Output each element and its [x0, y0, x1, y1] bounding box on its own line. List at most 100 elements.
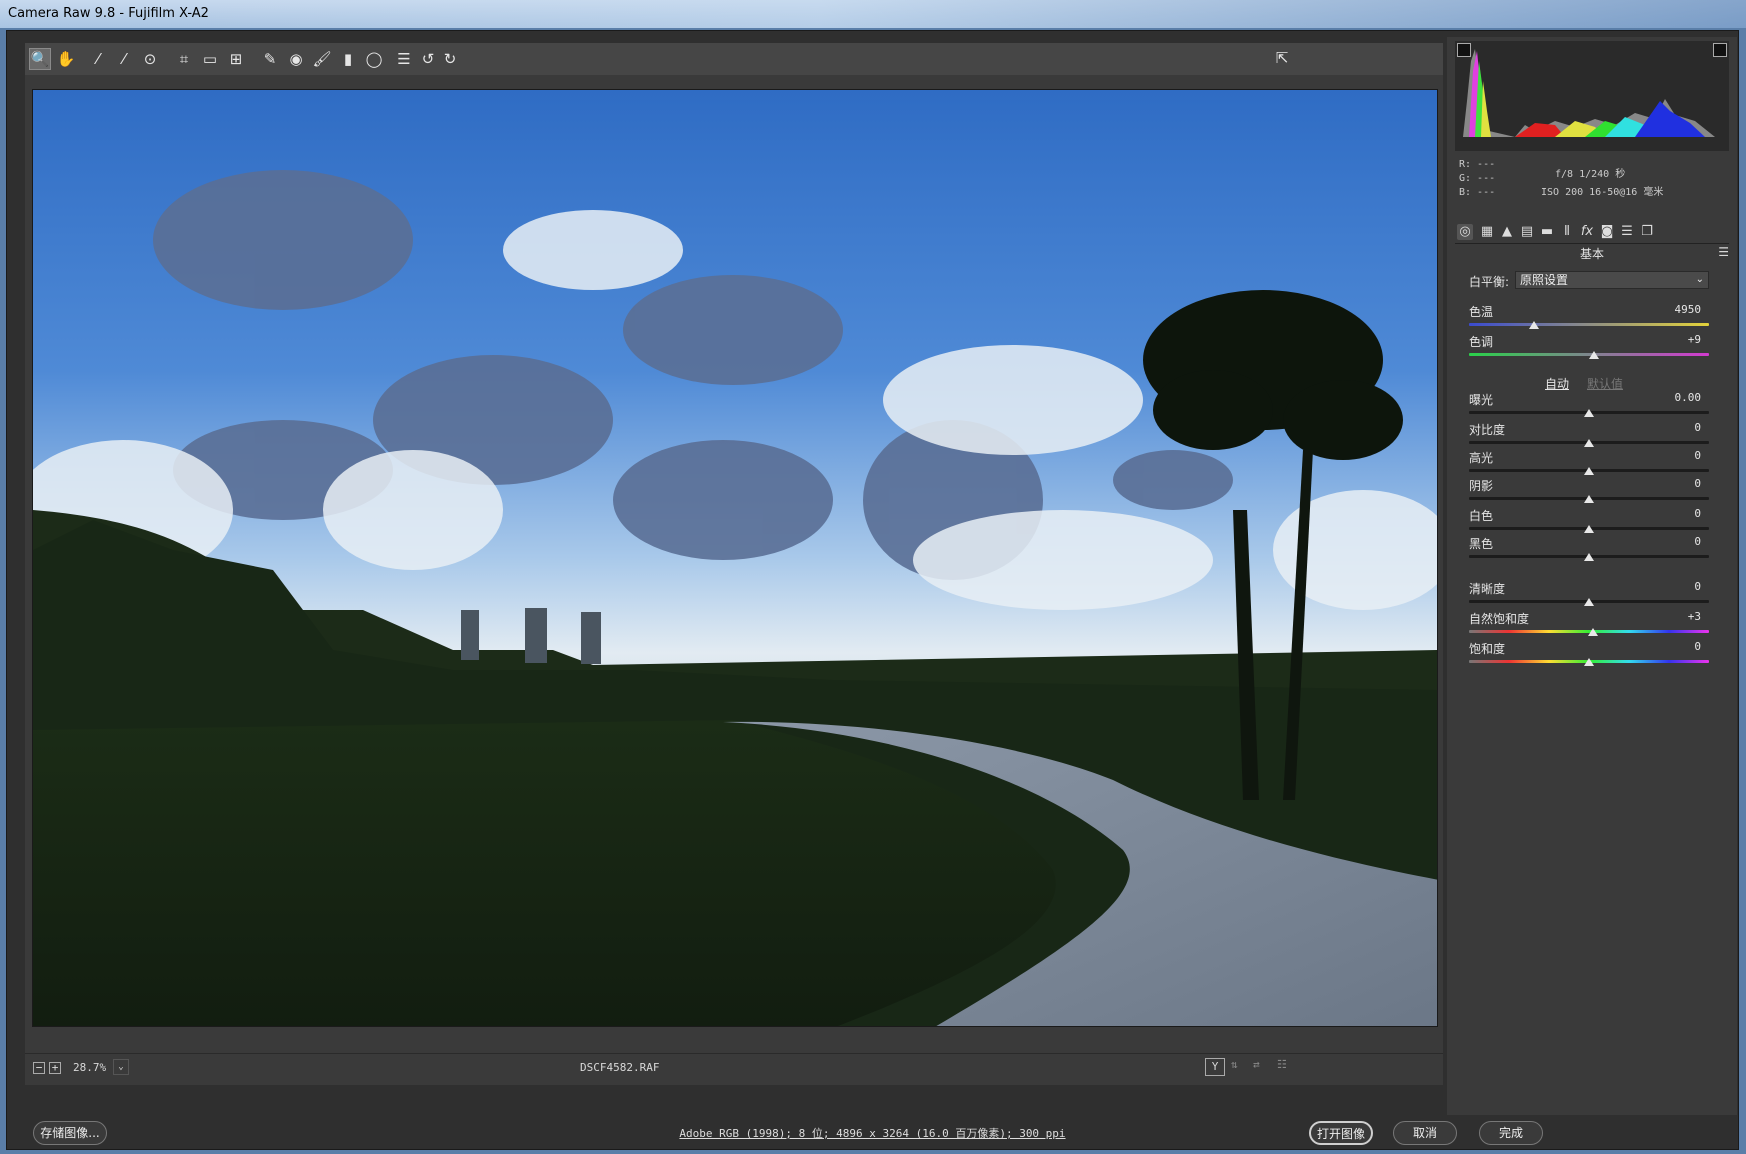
pixel-readout: R: --- G: --- B: --- f/8 1/240 秒 ISO 200…	[1455, 155, 1729, 217]
zoom-level[interactable]: 28.7%	[73, 1061, 106, 1074]
readout-g: G: ---	[1459, 173, 1496, 184]
shadows-value[interactable]: 0	[1694, 477, 1701, 490]
transform-tool-icon[interactable]: ⊞	[225, 48, 247, 70]
whites-value[interactable]: 0	[1694, 507, 1701, 520]
tab-basic-icon[interactable]: ◎	[1457, 224, 1473, 240]
graduated-filter-icon[interactable]: ▮	[337, 48, 359, 70]
wb-select[interactable]: 原照设置 ⌄	[1515, 271, 1709, 289]
clarity-label: 清晰度	[1469, 582, 1506, 596]
highlight-clip-warning-icon[interactable]	[1713, 43, 1727, 57]
camera-raw-window: 🔍 ✋ ⁄ ⁄ ⊙ ⌗ ▭ ⊞ ✎ ◉ 🖌 ▮ ◯ ☰ ↺ ↻ ⇱ − + 28…	[6, 30, 1739, 1150]
preferences-icon[interactable]: ☰	[393, 48, 415, 70]
color-sampler-tool-icon[interactable]: ⁄	[113, 48, 135, 70]
adjustment-panel: R: --- G: --- B: --- f/8 1/240 秒 ISO 200…	[1447, 37, 1737, 1115]
exposure-info: f/8 1/240 秒	[1555, 169, 1626, 180]
toolbar: 🔍 ✋ ⁄ ⁄ ⊙ ⌗ ▭ ⊞ ✎ ◉ 🖌 ▮ ◯ ☰ ↺ ↻	[25, 43, 1443, 76]
before-after-settings-icon[interactable]: ☷	[1277, 1058, 1293, 1074]
temp-slider-track[interactable]	[1469, 323, 1709, 326]
contrast-label: 对比度	[1469, 423, 1506, 437]
highlights-value[interactable]: 0	[1694, 449, 1701, 462]
blacks-value[interactable]: 0	[1694, 535, 1701, 548]
red-eye-tool-icon[interactable]: ◉	[285, 48, 307, 70]
saturation-slider-thumb[interactable]	[1584, 658, 1594, 666]
tint-value[interactable]: +9	[1688, 333, 1701, 346]
temp-slider-thumb[interactable]	[1528, 321, 1539, 329]
bottom-bar: 存储图像... Adobe RGB (1998); 8 位; 4896 x 32…	[7, 1117, 1738, 1149]
histogram	[1455, 41, 1729, 151]
tab-camera-calibration-icon[interactable]: ◙	[1599, 224, 1615, 240]
exposure-value[interactable]: 0.00	[1675, 391, 1702, 404]
rotate-left-icon[interactable]: ↺	[417, 48, 439, 70]
done-button[interactable]: 完成	[1479, 1121, 1543, 1145]
panel-tabs: ◎ ▦ ▲ ▤ ▬ ⦀ fx ◙ ☰ ❐	[1455, 221, 1729, 244]
before-after-copy-icon[interactable]: ⇄	[1253, 1058, 1269, 1074]
open-image-button[interactable]: 打开图像	[1309, 1121, 1373, 1145]
tab-detail-icon[interactable]: ▲	[1499, 224, 1515, 240]
contrast-slider-thumb[interactable]	[1584, 439, 1594, 447]
spot-removal-tool-icon[interactable]: ✎	[259, 48, 281, 70]
wb-label: 白平衡:	[1469, 275, 1510, 289]
highlights-label: 高光	[1469, 451, 1494, 465]
panel-menu-icon[interactable]: ☰	[1718, 245, 1729, 259]
radial-filter-icon[interactable]: ◯	[363, 48, 385, 70]
vibrance-value[interactable]: +3	[1688, 610, 1701, 623]
tab-effects-icon[interactable]: fx	[1579, 224, 1595, 240]
wb-select-value: 原照设置	[1520, 273, 1569, 287]
before-after-swap-icon[interactable]: ⇅	[1231, 1058, 1247, 1074]
tab-tone-curve-icon[interactable]: ▦	[1479, 224, 1495, 240]
whites-slider-thumb[interactable]	[1584, 525, 1594, 533]
readout-r: R: ---	[1459, 159, 1496, 170]
temp-value[interactable]: 4950	[1675, 303, 1702, 316]
zoom-in-button[interactable]: +	[49, 1062, 61, 1074]
readout-b: B: ---	[1459, 187, 1496, 198]
fullscreen-toggle-icon[interactable]: ⇱	[1271, 47, 1293, 69]
zoom-dropdown-icon[interactable]: ⌄	[113, 1059, 129, 1075]
white-balance-tool-icon[interactable]: ⁄	[87, 48, 109, 70]
titlebar-glass	[200, 0, 1746, 28]
shadows-slider-thumb[interactable]	[1584, 495, 1594, 503]
clarity-slider-thumb[interactable]	[1584, 598, 1594, 606]
zoom-out-button[interactable]: −	[33, 1062, 45, 1074]
zoom-tool-icon[interactable]: 🔍	[29, 48, 51, 70]
iso-lens-info: ISO 200 16-50@16 毫米	[1541, 187, 1664, 198]
crop-tool-icon[interactable]: ⌗	[173, 48, 195, 70]
auto-link[interactable]: 自动	[1545, 375, 1569, 392]
hand-tool-icon[interactable]: ✋	[55, 48, 77, 70]
tab-lens-icon[interactable]: ⦀	[1559, 224, 1575, 240]
image-viewer	[25, 75, 1443, 1085]
default-link[interactable]: 默认值	[1587, 375, 1623, 392]
before-after-y-icon[interactable]: Y	[1205, 1058, 1225, 1076]
rotate-right-icon[interactable]: ↻	[439, 48, 461, 70]
saturation-label: 饱和度	[1469, 642, 1506, 656]
tab-split-toning-icon[interactable]: ▬	[1539, 224, 1555, 240]
blacks-slider-thumb[interactable]	[1584, 553, 1594, 561]
viewer-statusbar: − + 28.7% ⌄ DSCF4582.RAF Y ⇅ ⇄ ☷	[25, 1053, 1443, 1082]
blacks-label: 黑色	[1469, 537, 1494, 551]
section-title: 基本	[1579, 247, 1604, 261]
shadows-label: 阴影	[1469, 479, 1494, 493]
window-titlebar: Camera Raw 9.8 - Fujifilm X-A2	[0, 0, 1746, 28]
cancel-button[interactable]: 取消	[1393, 1121, 1457, 1145]
landscape-photo-image	[33, 90, 1437, 1026]
clarity-value[interactable]: 0	[1694, 580, 1701, 593]
adjustment-brush-icon[interactable]: 🖌	[311, 48, 333, 70]
exposure-slider-thumb[interactable]	[1584, 409, 1594, 417]
window-title: Camera Raw 9.8 - Fujifilm X-A2	[8, 6, 209, 21]
highlights-slider-thumb[interactable]	[1584, 467, 1594, 475]
tab-presets-icon[interactable]: ☰	[1619, 224, 1635, 240]
tab-snapshots-icon[interactable]: ❐	[1639, 224, 1655, 240]
filename-label: DSCF4582.RAF	[580, 1061, 660, 1074]
saturation-value[interactable]: 0	[1694, 640, 1701, 653]
tint-label: 色调	[1469, 335, 1494, 349]
histogram-graph	[1463, 49, 1715, 137]
preview-photo[interactable]	[32, 89, 1438, 1027]
shadow-clip-warning-icon[interactable]	[1457, 43, 1471, 57]
straighten-tool-icon[interactable]: ▭	[199, 48, 221, 70]
contrast-value[interactable]: 0	[1694, 421, 1701, 434]
tint-slider-thumb[interactable]	[1588, 351, 1599, 359]
vibrance-label: 自然饱和度	[1469, 612, 1530, 626]
exposure-label: 曝光	[1469, 393, 1494, 407]
tab-hsl-icon[interactable]: ▤	[1519, 224, 1535, 240]
vibrance-slider-thumb[interactable]	[1587, 628, 1598, 636]
targeted-adjustment-tool-icon[interactable]: ⊙	[139, 48, 161, 70]
